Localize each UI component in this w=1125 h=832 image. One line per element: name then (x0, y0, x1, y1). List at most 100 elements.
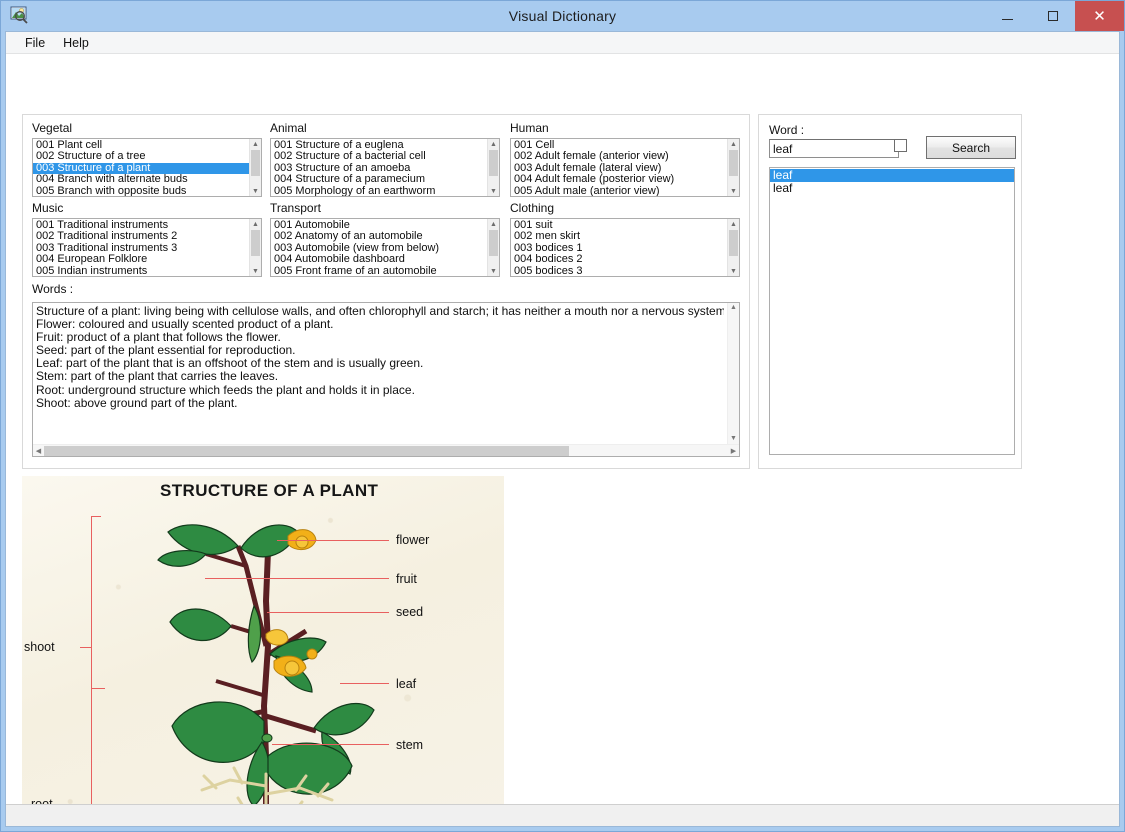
leader-line-leaf (340, 683, 389, 684)
scroll-up-icon[interactable]: ▲ (488, 139, 499, 149)
leader-line-fruit (205, 578, 389, 579)
scroll-thumb[interactable] (251, 150, 260, 176)
category-group-vegetal: Vegetal 001 Plant cell 002 Structure of … (32, 121, 262, 197)
leader-line-stem (272, 744, 389, 745)
listbox-animal-scrollbar[interactable]: ▲ ▼ (487, 139, 499, 196)
figure-label-stem: stem (396, 738, 424, 752)
list-item[interactable]: 004 European Folklore (33, 254, 249, 265)
scroll-up-icon[interactable]: ▲ (250, 219, 261, 229)
list-item[interactable]: 003 Automobile (view from below) (271, 243, 487, 254)
figure-label-root: root (31, 797, 53, 804)
title-bar: Visual Dictionary ✕ (1, 1, 1124, 31)
words-textarea[interactable]: Structure of a plant: living being with … (32, 302, 740, 457)
list-item[interactable]: 003 Adult female (lateral view) (511, 163, 727, 174)
scroll-down-icon[interactable]: ▼ (250, 266, 261, 276)
scroll-down-icon[interactable]: ▼ (728, 186, 739, 196)
listbox-human-scrollbar[interactable]: ▲ ▼ (727, 139, 739, 196)
list-item[interactable]: 001 Plant cell (33, 140, 249, 151)
list-item[interactable]: 001 suit (511, 220, 727, 231)
scroll-down-icon[interactable]: ▼ (728, 266, 739, 276)
listbox-clothing[interactable]: 001 suit 002 men skirt 003 bodices 1 004… (510, 218, 740, 277)
list-item[interactable]: 005 bodices 3 (511, 266, 727, 276)
figure-label-shoot: shoot (24, 640, 55, 654)
category-label-transport: Transport (270, 201, 321, 215)
search-result-item[interactable]: leaf (770, 181, 1014, 195)
menu-help[interactable]: Help (54, 34, 98, 52)
category-group-transport: Transport 001 Automobile 002 Anatomy of … (270, 201, 500, 277)
list-item[interactable]: 002 Structure of a tree (33, 151, 249, 162)
list-item[interactable]: 004 Branch with alternate buds (33, 174, 249, 185)
scroll-down-icon[interactable]: ▼ (250, 186, 261, 196)
listbox-transport[interactable]: 001 Automobile 002 Anatomy of an automob… (270, 218, 500, 277)
leader-line-flower (277, 540, 389, 541)
search-result-item-selected[interactable]: leaf (770, 168, 1014, 183)
minimize-button[interactable] (985, 1, 1030, 31)
listbox-vegetal[interactable]: 001 Plant cell 002 Structure of a tree 0… (32, 138, 262, 197)
scroll-thumb[interactable] (489, 230, 498, 256)
list-item[interactable]: 005 Branch with opposite buds (33, 186, 249, 196)
words-vertical-scrollbar[interactable]: ▲ ▼ (727, 303, 739, 444)
scroll-down-icon[interactable]: ▼ (488, 186, 499, 196)
word-label: Word : (769, 123, 805, 137)
list-item[interactable]: 004 Structure of a paramecium (271, 174, 487, 185)
brace-tick-top (91, 516, 101, 517)
scroll-up-icon[interactable]: ▲ (728, 303, 739, 313)
list-item-selected[interactable]: 003 Structure of a plant (33, 162, 249, 175)
scroll-down-icon[interactable]: ▼ (728, 434, 739, 444)
maximize-button[interactable] (1030, 1, 1075, 31)
scroll-thumb[interactable] (729, 150, 738, 176)
scroll-up-icon[interactable]: ▲ (728, 139, 739, 149)
list-item[interactable]: 002 men skirt (511, 231, 727, 242)
figure-label-fruit: fruit (396, 572, 417, 586)
scroll-thumb[interactable] (44, 446, 569, 456)
listbox-vegetal-scrollbar[interactable]: ▲ ▼ (249, 139, 261, 196)
search-option-checkbox[interactable] (894, 139, 907, 152)
scroll-thumb[interactable] (251, 230, 260, 256)
list-item[interactable]: 002 Structure of a bacterial cell (271, 151, 487, 162)
scroll-up-icon[interactable]: ▲ (488, 219, 499, 229)
list-item[interactable]: 002 Traditional instruments 2 (33, 231, 249, 242)
words-line: Structure of a plant: living being with … (36, 305, 724, 318)
list-item[interactable]: 005 Morphology of an earthworm (271, 186, 487, 196)
list-item[interactable]: 001 Cell (511, 140, 727, 151)
category-label-music: Music (32, 201, 64, 215)
scroll-thumb[interactable] (489, 150, 498, 176)
scroll-thumb[interactable] (729, 230, 738, 256)
search-button[interactable]: Search (926, 136, 1016, 159)
list-item[interactable]: 005 Front frame of an automobile (271, 266, 487, 276)
list-item[interactable]: 002 Adult female (anterior view) (511, 151, 727, 162)
list-item[interactable]: 001 Automobile (271, 220, 487, 231)
close-button[interactable]: ✕ (1075, 1, 1124, 31)
list-item[interactable]: 001 Structure of a euglena (271, 140, 487, 151)
words-text-content[interactable]: Structure of a plant: living being with … (33, 303, 727, 444)
words-horizontal-scrollbar[interactable]: ◀ ▶ (33, 444, 739, 456)
listbox-transport-scrollbar[interactable]: ▲ ▼ (487, 219, 499, 276)
search-input[interactable] (769, 139, 899, 158)
list-item[interactable]: 002 Anatomy of an automobile (271, 231, 487, 242)
listbox-clothing-scrollbar[interactable]: ▲ ▼ (727, 219, 739, 276)
scroll-up-icon[interactable]: ▲ (728, 219, 739, 229)
search-results-listbox[interactable]: leaf leaf (769, 167, 1015, 455)
list-item[interactable]: 003 Traditional instruments 3 (33, 243, 249, 254)
list-item[interactable]: 005 Indian instruments (33, 266, 249, 276)
list-item[interactable]: 004 Automobile dashboard (271, 254, 487, 265)
words-line: Root: underground structure which feeds … (36, 383, 415, 397)
scroll-down-icon[interactable]: ▼ (488, 266, 499, 276)
listbox-music[interactable]: 001 Traditional instruments 002 Traditio… (32, 218, 262, 277)
list-item[interactable]: 003 Structure of an amoeba (271, 163, 487, 174)
scroll-right-icon[interactable]: ▶ (728, 447, 739, 455)
list-item[interactable]: 004 Adult female (posterior view) (511, 174, 727, 185)
status-bar (6, 804, 1119, 826)
menu-file[interactable]: File (16, 34, 54, 52)
list-item[interactable]: 003 bodices 1 (511, 243, 727, 254)
listbox-animal[interactable]: 001 Structure of a euglena 002 Structure… (270, 138, 500, 197)
listbox-music-scrollbar[interactable]: ▲ ▼ (249, 219, 261, 276)
list-item[interactable]: 001 Traditional instruments (33, 220, 249, 231)
list-item[interactable]: 005 Adult male (anterior view) (511, 186, 727, 196)
scroll-left-icon[interactable]: ◀ (33, 447, 44, 455)
listbox-human[interactable]: 001 Cell 002 Adult female (anterior view… (510, 138, 740, 197)
scroll-up-icon[interactable]: ▲ (250, 139, 261, 149)
leader-line-seed (267, 612, 389, 613)
list-item[interactable]: 004 bodices 2 (511, 254, 727, 265)
words-line: Flower: coloured and usually scented pro… (36, 318, 334, 332)
